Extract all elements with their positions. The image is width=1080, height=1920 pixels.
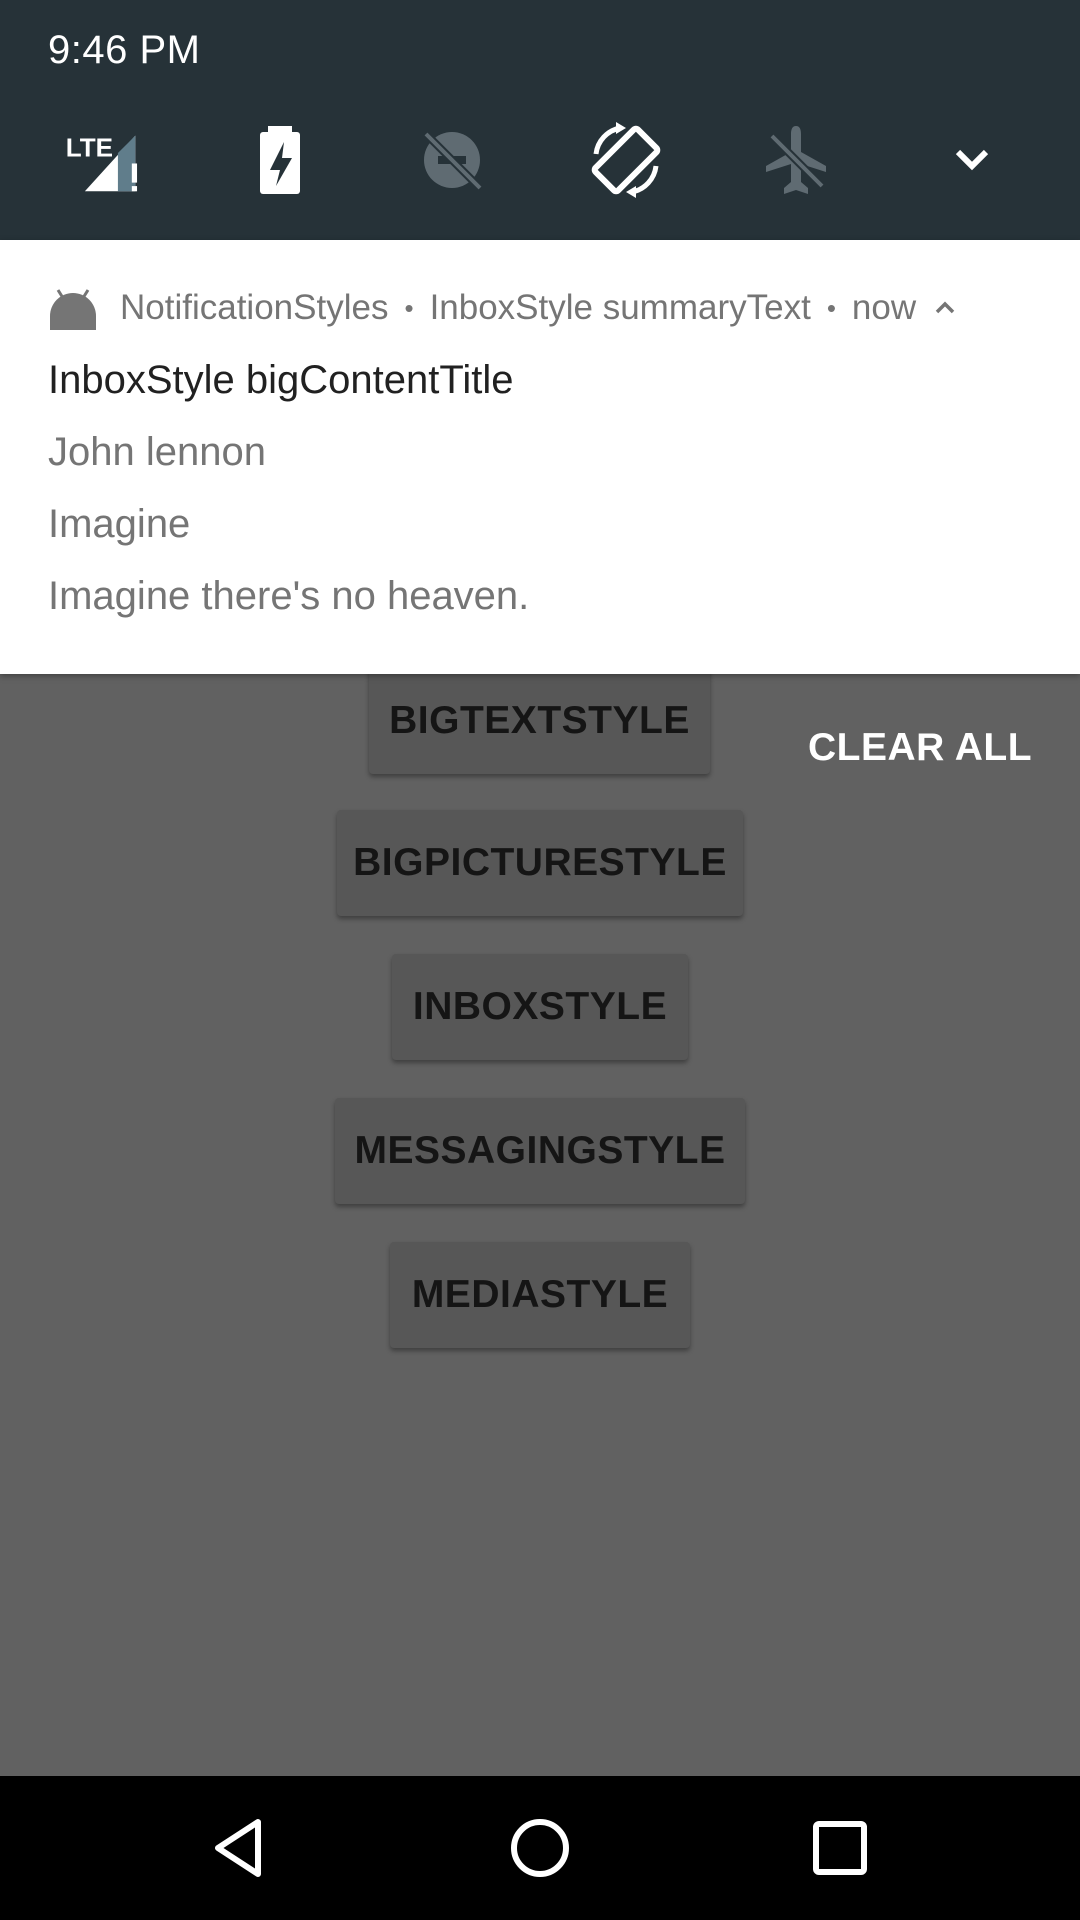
notification-card[interactable]: NotificationStyles • InboxStyle summaryT… — [0, 240, 1080, 674]
back-icon[interactable] — [200, 1808, 280, 1888]
auto-rotate-icon[interactable] — [586, 120, 666, 200]
battery-saver-icon[interactable] — [240, 120, 320, 200]
home-icon[interactable] — [500, 1808, 580, 1888]
recents-icon[interactable] — [800, 1808, 880, 1888]
android-app-icon — [50, 289, 96, 330]
quick-settings-header: 9:46 PM LTE — [0, 0, 1080, 240]
notification-header: NotificationStyles • InboxStyle summaryT… — [48, 286, 960, 330]
status-time: 9:46 PM — [48, 28, 201, 72]
notification-time: now — [851, 288, 917, 327]
notification-title: InboxStyle bigContentTitle — [48, 358, 514, 402]
notification-line: Imagine there's no heaven. — [48, 574, 530, 618]
expand-chevron-icon[interactable] — [932, 120, 1012, 200]
notification-line: John lennon — [48, 430, 266, 474]
lte-label: LTE — [66, 133, 113, 163]
lte-signal-icon[interactable]: LTE — [58, 120, 150, 200]
bigtextstyle-button[interactable]: BIGTEXTSTYLE — [369, 668, 710, 774]
mediastyle-button[interactable]: MEDIASTYLE — [390, 1242, 690, 1348]
notification-summary-text: InboxStyle summaryText — [429, 288, 811, 327]
messagingstyle-button[interactable]: MESSAGINGSTYLE — [335, 1098, 745, 1204]
do-not-disturb-off-icon[interactable] — [412, 120, 492, 200]
clear-all-button[interactable]: CLEAR ALL — [808, 726, 1032, 770]
collapse-chevron-icon[interactable] — [930, 293, 960, 323]
inboxstyle-button[interactable]: INBOXSTYLE — [392, 954, 688, 1060]
header-separator: • — [826, 292, 836, 323]
notification-line: Imagine — [48, 502, 191, 546]
bigpicturestyle-button[interactable]: BIGPICTURESTYLE — [337, 810, 743, 916]
navigation-bar — [0, 1776, 1080, 1920]
header-separator: • — [404, 292, 414, 323]
notification-app-name: NotificationStyles — [120, 288, 389, 327]
airplane-mode-icon[interactable] — [756, 120, 836, 200]
